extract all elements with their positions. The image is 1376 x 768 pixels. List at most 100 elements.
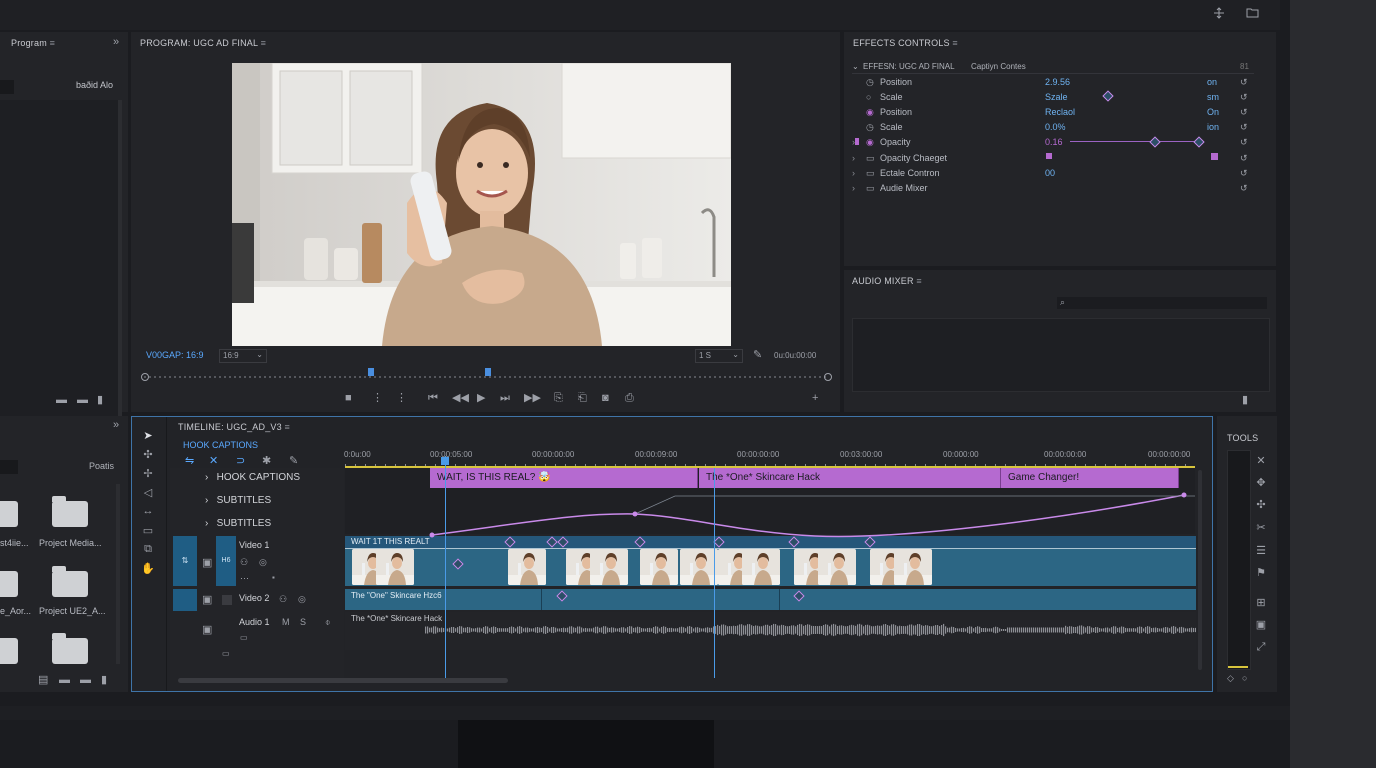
program-timecode[interactable]: V00GAP: 16:9: [146, 350, 204, 360]
ec-row[interactable]: ◷ Position 2.9.56 on ↺: [852, 75, 1254, 90]
audio-clip-icon[interactable]: ▭: [240, 632, 248, 644]
folder-small-icon[interactable]: ▬: [77, 394, 88, 406]
media-search-box[interactable]: [0, 460, 18, 474]
playhead-handle[interactable]: [441, 457, 449, 465]
project-search-box[interactable]: [0, 80, 14, 94]
play-icon[interactable]: ▶: [477, 392, 485, 404]
ec-row[interactable]: › ▭ Audie Mixer ↺: [852, 181, 1254, 196]
speaker-tool-icon[interactable]: ◁: [141, 486, 155, 500]
hand-tool-icon[interactable]: ✋: [141, 562, 155, 576]
program-scrubber[interactable]: [141, 368, 832, 381]
caption-track-label[interactable]: › SUBTITLES: [205, 495, 271, 506]
add-button-icon[interactable]: +: [812, 392, 818, 404]
step-back-icon[interactable]: ⏮: [428, 392, 438, 404]
project-tab[interactable]: Program ≡: [11, 38, 55, 48]
ec-row[interactable]: › ▭ Opacity Chaeget ↺: [852, 151, 1254, 166]
camera-icon[interactable]: ◙: [602, 392, 609, 404]
new-bin-icon[interactable]: ▬: [59, 674, 70, 686]
diamond-icon[interactable]: ◇: [1227, 672, 1234, 684]
caption-track-label[interactable]: › SUBTITLES: [205, 518, 271, 529]
step-forward-icon[interactable]: ⏭: [500, 392, 510, 404]
expand-chevron-icon[interactable]: »: [113, 36, 119, 48]
ec-row[interactable]: › ▭ Ectale Contron 00 ↺: [852, 166, 1254, 181]
snap-icon[interactable]: ⇋: [185, 455, 194, 467]
menu-dots-icon[interactable]: ⋮: [372, 392, 383, 404]
wrench-icon[interactable]: ✎: [753, 349, 762, 361]
flag-icon[interactable]: ⚑: [1254, 566, 1268, 580]
rewind-icon[interactable]: ◀◀: [452, 392, 469, 404]
trash-icon[interactable]: ▮: [101, 674, 107, 686]
ec-param-value[interactable]: 0.16: [1045, 137, 1063, 147]
chevron-down-icon[interactable]: ⌄: [852, 62, 859, 71]
chevron-right-icon[interactable]: ›: [852, 168, 855, 178]
video1-source-toggle[interactable]: ⇅: [173, 536, 197, 586]
expand-chevron-icon[interactable]: »: [113, 419, 119, 431]
linked-select-icon[interactable]: ✕: [209, 455, 218, 467]
folder-icon[interactable]: [52, 566, 88, 597]
trash-icon[interactable]: ▮: [97, 394, 103, 406]
quality-select[interactable]: 1 S ⌄: [695, 349, 743, 363]
lock-icon[interactable]: ▣: [202, 557, 212, 569]
opacity-keyframe-track[interactable]: [1070, 141, 1202, 142]
crop-icon[interactable]: ✂: [1254, 521, 1268, 535]
stopwatch-icon[interactable]: ▭: [866, 168, 875, 179]
folder-icon[interactable]: [52, 496, 88, 527]
chevron-right-icon[interactable]: ›: [852, 183, 855, 193]
film-icon[interactable]: ▭: [222, 648, 230, 660]
track-select-icon[interactable]: ✣: [141, 448, 155, 462]
markers-icon[interactable]: ⊃: [236, 455, 245, 467]
video2-target-toggle[interactable]: [222, 595, 232, 605]
video2-clip[interactable]: [345, 589, 1196, 610]
ec-param-value[interactable]: Reclaol: [1045, 107, 1075, 117]
caption-clip[interactable]: Game Changer!: [1001, 468, 1179, 488]
keyframe-square[interactable]: [1046, 153, 1052, 159]
stopwatch-icon[interactable]: ◷: [866, 122, 874, 133]
reset-icon[interactable]: ↺: [1240, 153, 1248, 164]
move-icon[interactable]: ✥: [1254, 476, 1268, 490]
expand-icon[interactable]: [1212, 7, 1226, 22]
video1-target-toggle[interactable]: H6: [216, 536, 236, 586]
grid-icon[interactable]: ⊞: [1254, 596, 1268, 610]
reset-icon[interactable]: ↺: [1240, 122, 1248, 133]
ec-row[interactable]: ◷ Scale 0.0% ion ↺: [852, 120, 1254, 135]
slip-tool-icon[interactable]: ↔: [141, 505, 155, 519]
folder-icon[interactable]: [1245, 7, 1259, 21]
dot-icon[interactable]: ○: [1242, 672, 1247, 684]
mute-icon[interactable]: M: [282, 616, 290, 628]
list-icon[interactable]: ☰: [1254, 544, 1268, 558]
keyframe-square[interactable]: [1211, 153, 1218, 160]
new-folder-icon[interactable]: ▬: [56, 394, 67, 406]
selection-tool-icon[interactable]: ➤: [141, 429, 155, 443]
wrench-icon[interactable]: ✎: [289, 455, 298, 467]
media-scrollbar[interactable]: [116, 484, 120, 664]
fast-forward-icon[interactable]: ▶▶: [524, 392, 541, 404]
lock-icon[interactable]: ▣: [202, 624, 212, 636]
caption-track-label[interactable]: › HOOK CAPTIONS: [205, 472, 300, 483]
timeline-v-scrollbar[interactable]: [1198, 470, 1202, 670]
ec-param-end[interactable]: sm: [1207, 92, 1219, 102]
ec-param-value[interactable]: Szale: [1045, 92, 1068, 102]
reset-icon[interactable]: ↺: [1240, 137, 1248, 148]
playhead-line[interactable]: [445, 456, 446, 678]
ec-param-value[interactable]: 00: [1045, 168, 1055, 178]
stopwatch-icon[interactable]: ▭: [866, 153, 875, 164]
program-video-frame[interactable]: [232, 63, 731, 346]
ec-param-end[interactable]: On: [1207, 107, 1219, 117]
ec-row[interactable]: ◉ Position Reclaol On ↺: [852, 105, 1254, 120]
list-view-icon[interactable]: ▤: [38, 674, 48, 686]
project-scrollbar[interactable]: [118, 100, 122, 416]
keyframe-curve[interactable]: [345, 488, 1196, 548]
rect-tool-icon[interactable]: ⧉: [141, 543, 155, 557]
stopwatch-icon[interactable]: ◷: [866, 77, 874, 88]
ec-param-end[interactable]: ion: [1207, 122, 1219, 132]
lift-icon[interactable]: ⎘: [554, 392, 563, 404]
reset-icon[interactable]: ↺: [1240, 168, 1248, 179]
ripple-edit-icon[interactable]: ✢: [141, 467, 155, 481]
sync-lock-icon[interactable]: ⚇: [240, 556, 248, 568]
trash-icon[interactable]: ▮: [1242, 394, 1248, 406]
stopwatch-icon[interactable]: ◉: [866, 107, 874, 118]
reset-icon[interactable]: ↺: [1240, 183, 1248, 194]
reset-icon[interactable]: ↺: [1240, 77, 1248, 88]
stop-icon[interactable]: ■: [345, 392, 352, 404]
pen-tool-icon[interactable]: ▭: [141, 524, 155, 538]
